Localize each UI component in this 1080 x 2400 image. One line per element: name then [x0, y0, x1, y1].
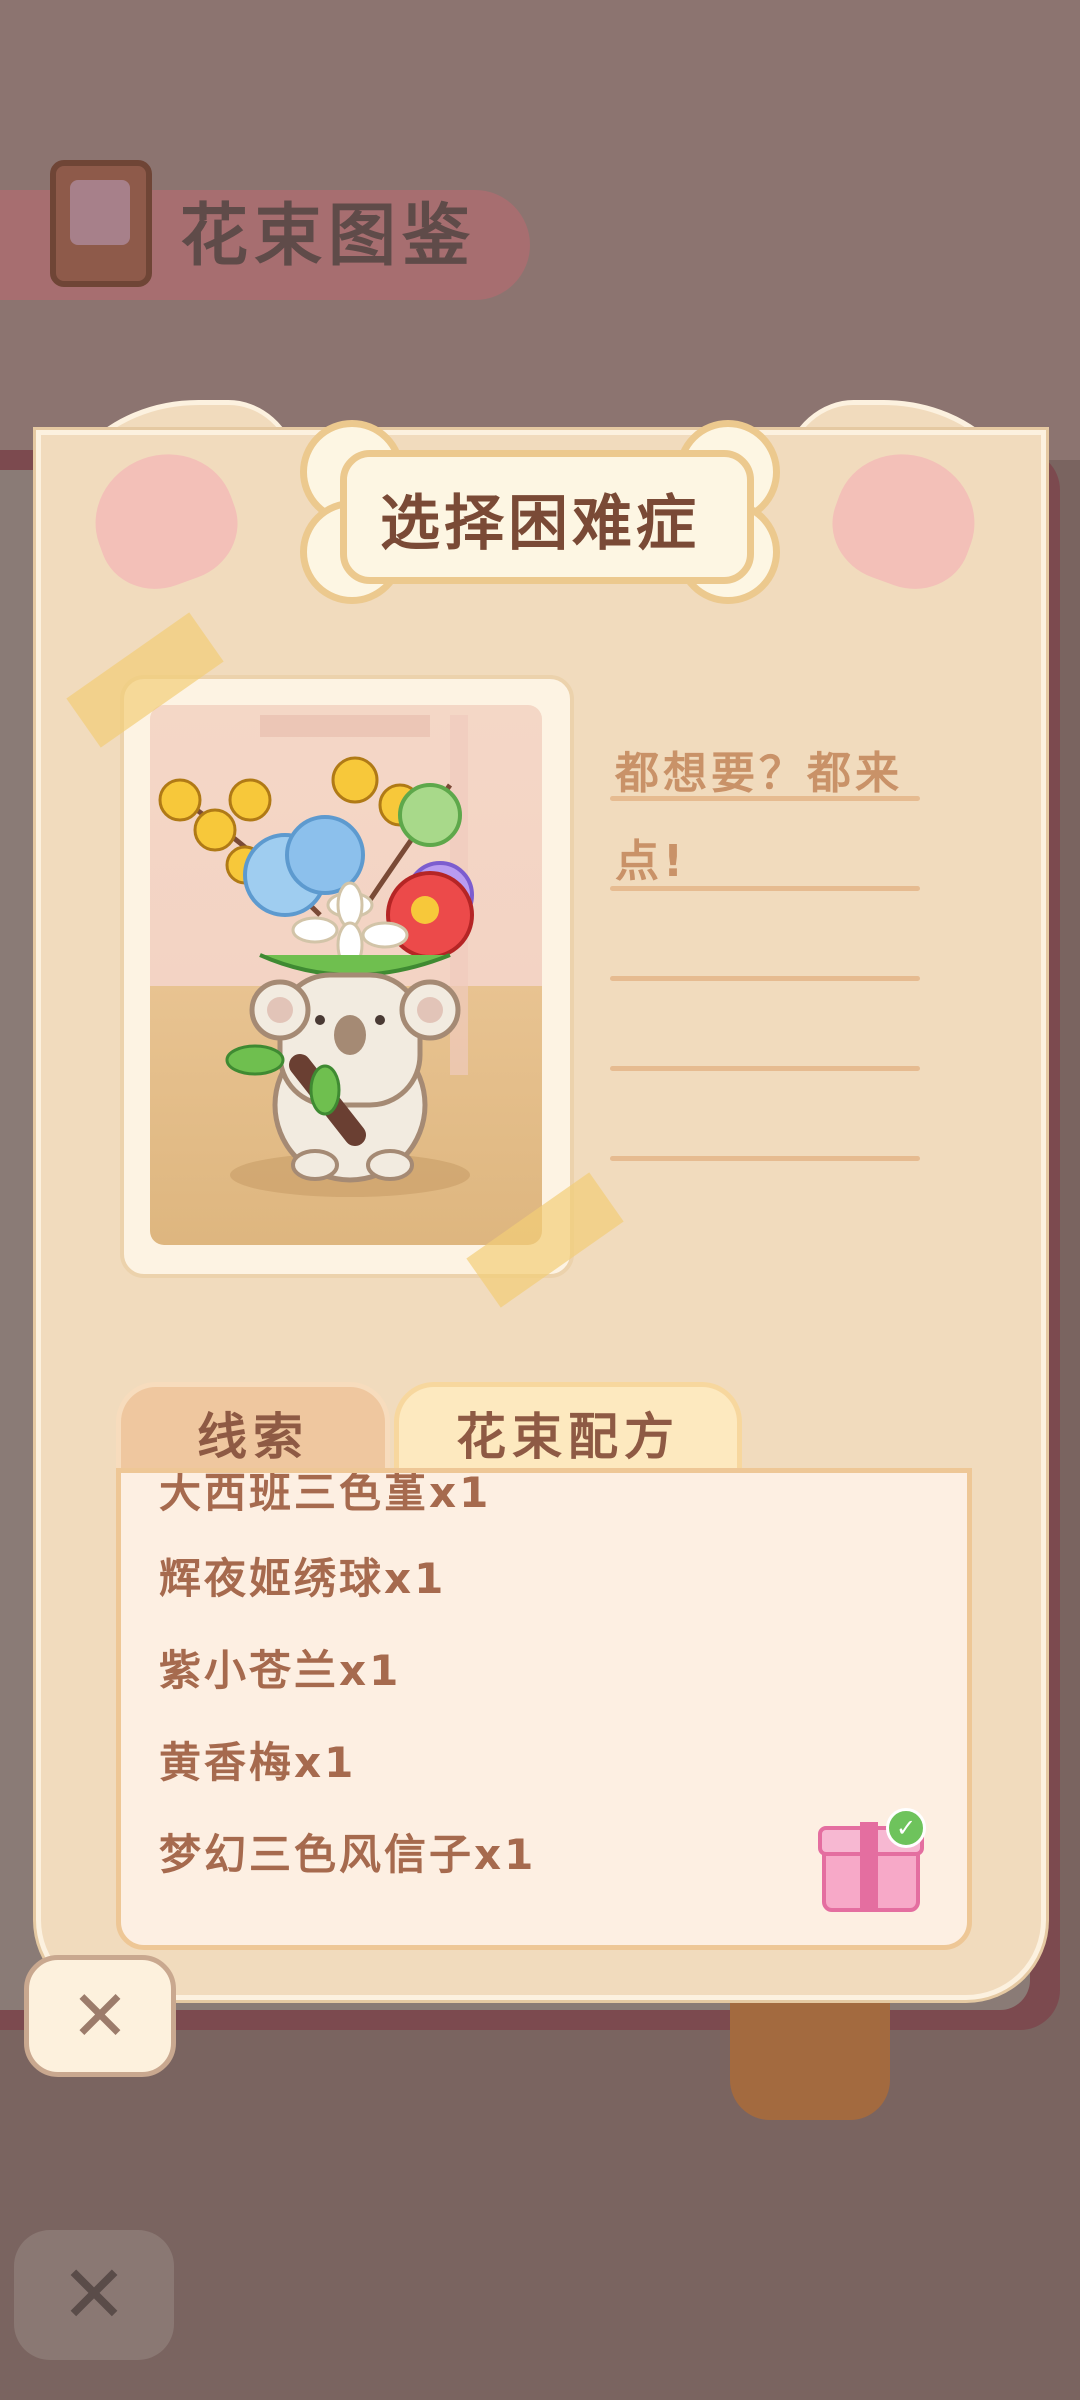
note-line — [610, 886, 920, 891]
close-button[interactable]: ✕ — [24, 1955, 176, 2077]
gift-box-icon[interactable]: ✓ — [818, 1808, 926, 1912]
check-icon: ✓ — [886, 1808, 926, 1848]
flower-book-icon — [50, 160, 152, 287]
note-line — [610, 1066, 920, 1071]
note-text: 都想要？都来点! — [615, 748, 903, 887]
recipe-item: 黄香梅x1 — [159, 1738, 357, 1787]
note-line — [610, 1156, 920, 1161]
recipe-item: 大西班三色堇x1 — [159, 1468, 492, 1517]
note-line — [610, 796, 920, 801]
dialog-title: 选择困难症 — [380, 489, 700, 559]
recipe-item: 辉夜姬绣球x1 — [159, 1554, 447, 1603]
background-close-button: ✕ — [14, 2230, 174, 2360]
recipe-item: 紫小苍兰x1 — [159, 1646, 402, 1695]
bouquet-photo — [150, 705, 542, 1245]
bookmark-ribbon — [730, 1980, 890, 2120]
recipe-item: 梦幻三色风信子x1 — [159, 1830, 537, 1879]
background-title: 花束图鉴 — [180, 197, 477, 276]
note-line — [610, 976, 920, 981]
koala-vase-bouquet-illustration — [158, 715, 474, 1197]
